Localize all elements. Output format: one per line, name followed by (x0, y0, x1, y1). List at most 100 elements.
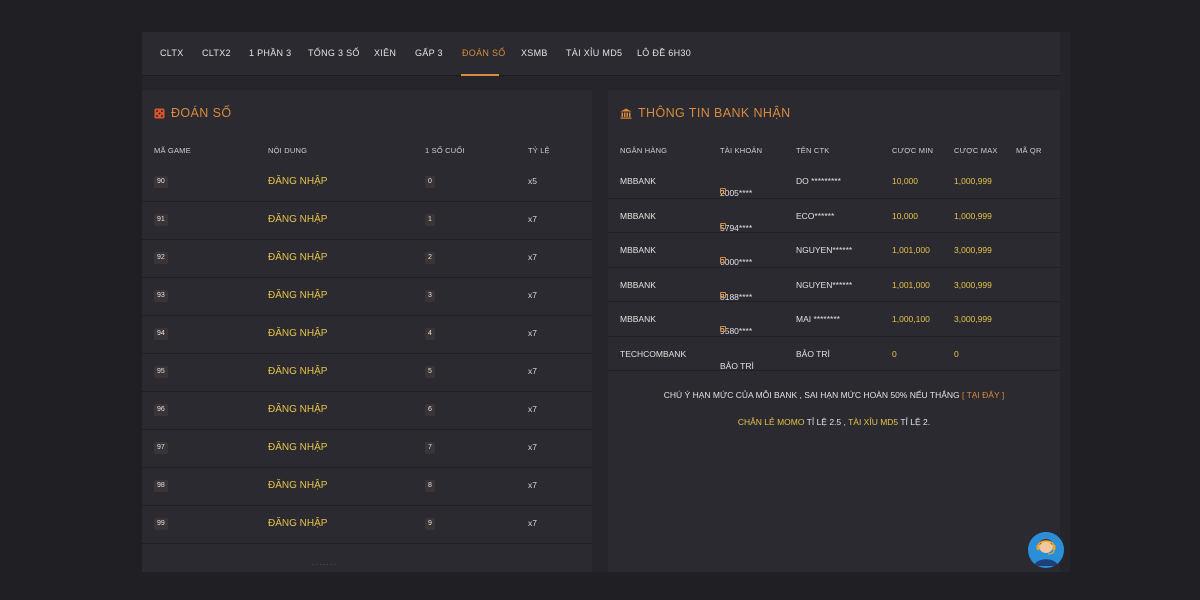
min-bet: 1,001,000 (892, 279, 930, 290)
account-owner: ECO****** (796, 210, 835, 221)
account-number-text: BẢO TRÌ (720, 360, 754, 371)
bank-name: TECHCOMBANK (620, 348, 687, 359)
login-link[interactable]: ĐĂNG NHẬP (268, 442, 327, 453)
rate-value: x5 (528, 176, 537, 186)
rate-value: x7 (528, 480, 537, 490)
max-bet: 3,000,999 (954, 279, 992, 290)
limit-note-text: CHÚ Ý HẠN MỨC CỦA MỖI BANK , SAI HẠN MỨC… (663, 390, 962, 400)
last-digit-badge: 3 (425, 290, 435, 302)
copy-icon[interactable] (720, 188, 726, 194)
last-digit-badge: 8 (425, 480, 435, 492)
tab-xien[interactable]: XIÊN (374, 48, 396, 58)
left-footer-text: · · · · · · · (312, 562, 336, 568)
header-account: TÀI KHOẢN (720, 146, 763, 155)
copy-icon[interactable] (720, 257, 726, 263)
login-link[interactable]: ĐĂNG NHẬP (268, 518, 327, 529)
chan-le-momo-link[interactable]: CHẴN LẺ MOMO (738, 417, 805, 427)
tab-cltx2[interactable]: CLTX2 (202, 48, 231, 58)
game-code-badge: 94 (154, 328, 168, 340)
guess-table-row: 95 ĐĂNG NHẬP 5 x7 (142, 354, 592, 392)
account-owner: MAI ******** (796, 314, 840, 324)
guess-table-row: 97 ĐĂNG NHẬP 7 x7 (142, 430, 592, 468)
bank-table-header: NGÂN HÀNG TÀI KHOẢN TÊN CTK CƯỢC MIN CƯỢ… (608, 146, 1060, 164)
last-digit-badge: 0 (425, 176, 435, 188)
bank-name: MBBANK (620, 279, 656, 290)
support-agent-icon (1028, 532, 1064, 568)
login-link[interactable]: ĐĂNG NHẬP (268, 366, 327, 377)
game-code-badge: 97 (154, 442, 168, 454)
rate-note-text-1: TỈ LỆ 2.5 , (804, 417, 849, 427)
main-container: CLTX CLTX2 1 PHẦN 3 TỔNG 3 SỐ XIÊN GẤP 3… (142, 32, 1070, 572)
guess-table-row: 94 ĐĂNG NHẬP 4 x7 (142, 316, 592, 354)
login-link[interactable]: ĐĂNG NHẬP (268, 290, 327, 301)
tab-lo-de-6h30[interactable]: LÔ ĐỀ 6H30 (637, 48, 691, 58)
guess-table-row: 90 ĐĂNG NHẬP 0 x5 (142, 164, 592, 202)
rate-value: x7 (528, 518, 537, 528)
tab-doan-so[interactable]: ĐOÁN SỐ (462, 48, 506, 58)
rate-note: CHẴN LẺ MOMO TỈ LỆ 2.5 , TÀI XỈU MD5 TỈ … (608, 417, 1060, 427)
login-link[interactable]: ĐĂNG NHẬP (268, 252, 327, 263)
guess-table-row: 93 ĐĂNG NHẬP 3 x7 (142, 278, 592, 316)
bank-table-row: MBBANK 2005**** DO ********* 10,000 1,000,99… (608, 164, 1060, 199)
login-link[interactable]: ĐĂNG NHẬP (268, 480, 327, 491)
guess-table-row: 91 ĐĂNG NHẬP 1 x7 (142, 202, 592, 240)
login-link[interactable]: ĐĂNG NHẬP (268, 328, 327, 339)
bank-info-panel: THÔNG TIN BANK NHẬN NGÂN HÀNG TÀI KHOẢN … (608, 90, 1060, 572)
min-bet: 1,000,100 (892, 314, 930, 324)
login-link[interactable]: ĐĂNG NHẬP (268, 404, 327, 415)
account-owner: NGUYEN****** (796, 245, 853, 255)
last-digit-badge: 4 (425, 328, 435, 340)
rate-value: x7 (528, 404, 537, 414)
bank-name: MBBANK (620, 176, 656, 186)
min-bet: 10,000 (892, 176, 918, 186)
last-digit-badge: 9 (425, 518, 435, 530)
active-tab-indicator (461, 74, 499, 76)
login-link[interactable]: ĐĂNG NHẬP (268, 214, 327, 225)
copy-icon[interactable] (720, 222, 726, 229)
header-qr: MÃ QR (1016, 146, 1042, 155)
tai-xiu-md5-link[interactable]: TÀI XỈU MD5 (848, 417, 898, 427)
bank-table-row: MBBANK 9580**** MAI ******** 1,000,100 3,000… (608, 302, 1060, 337)
support-chat-button[interactable] (1028, 532, 1064, 568)
min-bet: 10,000 (892, 210, 918, 221)
account-owner: NGUYEN****** (796, 279, 853, 290)
guess-number-panel: ĐOÁN SỐ MÃ GAME NỘI DUNG 1 SỐ CUỐI TỶ LỆ… (142, 90, 592, 572)
tab-gap-3[interactable]: GẤP 3 (415, 48, 443, 58)
header-min-bet: CƯỢC MIN (892, 146, 934, 155)
game-code-badge: 95 (154, 366, 168, 378)
copy-icon[interactable] (720, 291, 726, 298)
last-digit-badge: 1 (425, 214, 435, 226)
game-code-badge: 93 (154, 290, 168, 302)
guess-table-row: 98 ĐĂNG NHẬP 8 x7 (142, 468, 592, 506)
header-game-code: MÃ GAME (154, 146, 191, 155)
bank-info-title-text: THÔNG TIN BANK NHẬN (638, 106, 791, 120)
game-code-badge: 92 (154, 252, 168, 264)
limit-note-link[interactable]: [ TẠI ĐÂY ] (962, 390, 1004, 400)
bank-name: MBBANK (620, 210, 656, 221)
rate-note-text-2: TỈ LỆ 2. (898, 417, 931, 427)
login-link[interactable]: ĐĂNG NHẬP (268, 176, 327, 187)
rate-value: x7 (528, 214, 537, 224)
last-digit-badge: 7 (425, 442, 435, 454)
tab-cltx[interactable]: CLTX (160, 48, 184, 58)
bank-icon (620, 108, 632, 119)
header-owner: TÊN CTK (796, 146, 830, 155)
tab-tong-3-so[interactable]: TỔNG 3 SỐ (308, 48, 360, 58)
header-max-bet: CƯỢC MAX (954, 146, 998, 155)
copy-icon[interactable] (720, 326, 726, 332)
bank-info-title: THÔNG TIN BANK NHẬN (620, 106, 791, 120)
game-code-badge: 91 (154, 214, 168, 226)
min-bet: 1,001,000 (892, 245, 930, 255)
max-bet: 1,000,999 (954, 210, 992, 221)
guess-table-header: MÃ GAME NỘI DUNG 1 SỐ CUỐI TỶ LỆ (142, 146, 592, 164)
dice-icon (154, 108, 165, 119)
tab-tai-xiu-md5[interactable]: TÀI XỈU MD5 (566, 48, 622, 58)
guess-table-row: 99 ĐĂNG NHẬP 9 x7 (142, 506, 592, 544)
tab-1-phan-3[interactable]: 1 PHẦN 3 (249, 48, 291, 58)
tab-xsmb[interactable]: XSMB (521, 48, 548, 58)
max-bet: 0 (954, 348, 959, 359)
account-owner: BẢO TRÌ (796, 348, 830, 359)
min-bet: 0 (892, 348, 897, 359)
rate-value: x7 (528, 290, 537, 300)
game-tabs-nav: CLTX CLTX2 1 PHẦN 3 TỔNG 3 SỐ XIÊN GẤP 3… (142, 32, 1060, 76)
